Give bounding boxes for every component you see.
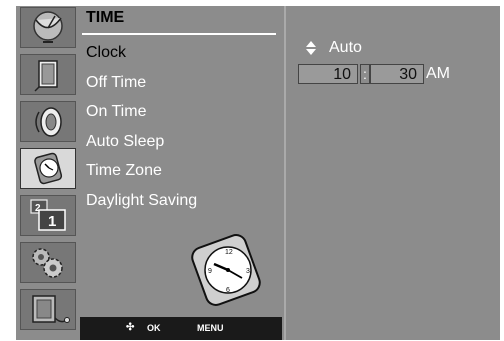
- minute-field[interactable]: 30: [370, 64, 424, 84]
- menu-item-time-zone[interactable]: Time Zone: [86, 162, 162, 180]
- updown-selector-icon[interactable]: [306, 41, 316, 55]
- hour-field[interactable]: 10: [298, 64, 358, 84]
- menu-item-clock[interactable]: Clock: [86, 44, 126, 62]
- time-separator: :: [360, 64, 370, 84]
- clock-mode-value[interactable]: Auto: [329, 39, 362, 57]
- large-clock-icon: 12 3 6 9: [191, 234, 261, 306]
- menu-item-auto-sleep[interactable]: Auto Sleep: [86, 133, 164, 151]
- ok-hint: OK: [147, 323, 161, 333]
- menu-title: TIME: [86, 9, 125, 26]
- svg-text:9: 9: [208, 268, 212, 275]
- menu-footer-bar: ✣ OK MENU: [80, 317, 282, 340]
- clock-value-panel: Auto 10 : 30 AM: [286, 6, 500, 340]
- satellite-dish-icon: [33, 11, 63, 43]
- svg-text:6: 6: [226, 287, 230, 294]
- time-menu-panel: TIME Clock Off Time On Time Auto Sleep T…: [80, 6, 282, 340]
- menu-hint: MENU: [197, 323, 224, 333]
- menu-item-off-time[interactable]: Off Time: [86, 74, 146, 92]
- option-category-button[interactable]: 2 1: [20, 195, 76, 236]
- setup-category-button[interactable]: [20, 242, 76, 283]
- input-icon: [32, 295, 70, 323]
- pip-icon: 2 1: [30, 199, 66, 231]
- menu-item-daylight-saving[interactable]: Daylight Saving: [86, 192, 197, 210]
- clock-icon: [34, 152, 63, 185]
- category-icon-column: 2 1: [16, 6, 80, 340]
- menu-title-underline: [82, 33, 276, 35]
- svg-text:1: 1: [48, 213, 56, 230]
- four-way-arrow-icon: ✣: [126, 322, 135, 333]
- menu-item-on-time[interactable]: On Time: [86, 103, 146, 121]
- svg-text:12: 12: [225, 249, 233, 256]
- audio-category-button[interactable]: [20, 101, 76, 142]
- gears-icon: [32, 248, 63, 278]
- ampm-value[interactable]: AM: [426, 65, 450, 83]
- time-category-button[interactable]: [20, 148, 76, 189]
- channel-category-button[interactable]: [20, 7, 76, 48]
- speaker-icon: [35, 107, 62, 137]
- svg-text:3: 3: [246, 268, 250, 275]
- tv-osd-screen: 2 1 TIME Clock Off Time On Time Auto Sle…: [16, 6, 500, 340]
- picture-category-button[interactable]: [20, 54, 76, 95]
- picture-icon: [34, 60, 58, 92]
- input-category-button[interactable]: [20, 289, 76, 330]
